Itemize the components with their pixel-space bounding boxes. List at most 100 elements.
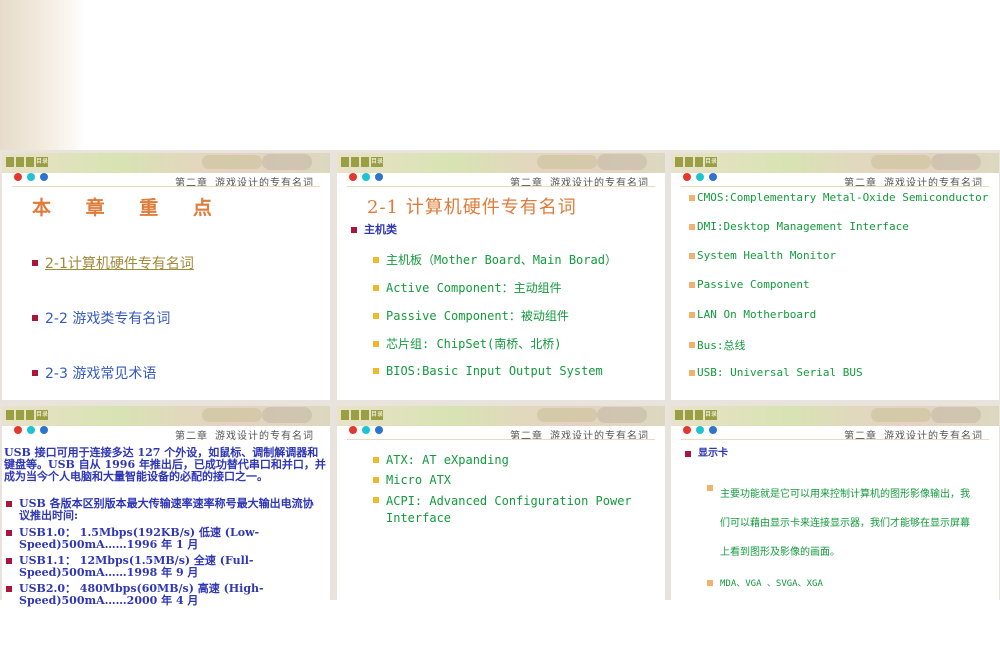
list-item-label: BIOS:Basic Input Output System (386, 364, 603, 378)
list-item-label: Active Component：主动组件 (386, 281, 562, 295)
list-item-label: USB 各版本区别版本最大传输速率速率称号最大输出电流协议推出时间: (19, 497, 314, 522)
nav-next-icon (361, 157, 369, 167)
link-item[interactable]: 2-1计算机硬件专有名词 (45, 253, 194, 273)
bullet-square-icon (707, 485, 713, 491)
bullet-square-icon (689, 194, 695, 201)
decorative-dots (14, 173, 48, 181)
list-item: System Health Monitor (689, 249, 836, 262)
decorative-dots (683, 426, 717, 434)
nav-home-icon (675, 157, 683, 167)
bullet-square-icon (6, 558, 12, 564)
list-item: ATX: AT eXpanding (373, 453, 509, 467)
nav-home-icon (6, 410, 14, 420)
list-item-label: Passive Component：被动组件 (386, 309, 569, 323)
header-rule (681, 186, 989, 187)
bullet-square-icon (373, 284, 379, 291)
cyan-dot-icon (696, 426, 704, 434)
list-item: USB: Universal Serial BUS (689, 366, 863, 379)
list-item-label: Bus:总线 (697, 339, 746, 352)
list-item: CMOS:Complementary Metal-Oxide Semicondu… (689, 191, 988, 204)
list-item: 2-2 游戏类专有名词 (32, 308, 170, 328)
nav-next-icon (361, 410, 369, 420)
list-item: LAN On Motherboard (689, 308, 816, 321)
list-item: Passive Component：被动组件 (373, 307, 569, 324)
blue-dot-icon (40, 173, 48, 181)
bullet-square-icon (707, 579, 713, 586)
bullet-square-icon (32, 315, 38, 321)
list-item: ACPI: Advanced Configuration Power Inter… (373, 493, 633, 527)
list-item: Micro ATX (373, 473, 451, 487)
nav-menu-icon: 目录 (36, 410, 49, 420)
list-item-label: DMI:Desktop Management Interface (697, 220, 909, 233)
slide-thumbnail-5[interactable]: 目录 第二章 游戏设计的专有名词 ATX: AT eXpanding Micro… (337, 406, 665, 653)
heading-label: 显示卡 (698, 448, 728, 459)
nav-prev-icon (16, 157, 24, 167)
slide-title: 2-1 计算机硬件专有名词 (367, 197, 577, 218)
slide-thumbnail-1[interactable]: 目录 第二章 游戏设计的专有名词 本 章 重 点 2-1计算机硬件专有名词 2-… (2, 153, 330, 400)
slide-thumbnail-2[interactable]: 目录 第二章 游戏设计的专有名词 2-1 计算机硬件专有名词 主机类 主机板（M… (337, 153, 665, 400)
list-item: 芯片组: ChipSet(南桥、北桥) (373, 335, 561, 352)
slide-header-bar: 目录 (337, 153, 665, 173)
red-dot-icon (683, 426, 691, 434)
nav-buttons: 目录 (6, 157, 48, 167)
nav-next-icon (26, 410, 34, 420)
list-item: USB 各版本区别版本最大传输速率速率称号最大输出电流协议推出时间: (6, 498, 324, 522)
nav-menu-icon: 目录 (371, 157, 384, 167)
bullet-square-icon (689, 252, 695, 259)
bullet-square-icon (373, 312, 379, 319)
nav-menu-icon: 目录 (705, 410, 718, 420)
slide-header-bar: 目录 (671, 406, 999, 426)
bullet-square-icon (373, 340, 379, 347)
nav-home-icon (341, 410, 349, 420)
bullet-square-icon (373, 497, 379, 503)
list-item: MDA、VGA 、SVGA、XGA (707, 576, 823, 589)
slide-thumbnail-3[interactable]: 目录 第二章 游戏设计的专有名词 CMOS:Complementary Meta… (671, 153, 999, 400)
list-item-label: System Health Monitor (697, 249, 837, 262)
list-item-label: USB: Universal Serial BUS (697, 366, 863, 379)
list-item: 2-3 游戏常见术语 (32, 363, 156, 383)
bullet-square-icon (685, 451, 691, 457)
nav-buttons: 目录 (6, 410, 48, 420)
slide-header-bar: 目录 (2, 406, 330, 426)
list-item-label: USB1.1： 12Mbps(1.5MB/s) 全速 (Full-Speed)5… (19, 554, 254, 579)
blue-dot-icon (709, 426, 717, 434)
list-item: DMI:Desktop Management Interface (689, 220, 909, 233)
red-dot-icon (349, 173, 357, 181)
slide-thumbnail-4[interactable]: 目录 第二章 游戏设计的专有名词 USB 接口可用于连接多达 127 个外设，如… (2, 406, 330, 653)
paragraph-text: 主要功能就是它可以用来控制计算机的图形影像输出，我们可以藉由显示卡来连接显示器，… (720, 489, 970, 558)
blue-dot-icon (375, 173, 383, 181)
nav-next-icon (26, 157, 34, 167)
bullet-square-icon (689, 223, 695, 230)
paragraph-item: 主要功能就是它可以用来控制计算机的图形影像输出，我们可以藉由显示卡来连接显示器，… (707, 480, 977, 567)
nav-menu-icon: 目录 (705, 157, 718, 167)
list-item-label: CMOS:Complementary Metal-Oxide Semicondu… (697, 191, 989, 204)
list-item-label: 2-3 游戏常见术语 (45, 366, 157, 382)
nav-buttons: 目录 (675, 410, 717, 420)
bullet-square-icon (689, 311, 695, 318)
nav-buttons: 目录 (341, 410, 383, 420)
red-dot-icon (683, 173, 691, 181)
list-item: USB2.0： 480Mbps(60MB/s) 高速 (High-Speed)5… (6, 583, 324, 607)
slide-header-bar: 目录 (337, 406, 665, 426)
list-item-label: LAN On Motherboard (697, 308, 817, 321)
decorative-dots (349, 426, 383, 434)
chapter-title: 第二章 游戏设计的专有名词 (174, 431, 314, 442)
heading-label: 主机类 (364, 223, 397, 236)
list-item-label: USB1.0： 1.5Mbps(192KB/s) 低速 (Low-Speed)5… (19, 526, 260, 551)
red-dot-icon (14, 173, 22, 181)
cyan-dot-icon (696, 173, 704, 181)
red-dot-icon (349, 426, 357, 434)
header-rule (347, 439, 655, 440)
list-item-label: USB2.0： 480Mbps(60MB/s) 高速 (High-Speed)5… (19, 582, 264, 607)
nav-menu-icon: 目录 (36, 157, 49, 167)
cyan-dot-icon (27, 426, 35, 434)
blue-dot-icon (709, 173, 717, 181)
cyan-dot-icon (362, 426, 370, 434)
header-rule (681, 439, 989, 440)
bullet-square-icon (6, 501, 12, 507)
bullet-square-icon (32, 370, 38, 376)
slide-thumbnail-6[interactable]: 目录 第二章 游戏设计的专有名词 显示卡 主要功能就是它可以用来控制计算机的图形… (671, 406, 999, 653)
blue-dot-icon (375, 426, 383, 434)
list-item-label: 芯片组: ChipSet(南桥、北桥) (386, 337, 562, 351)
section-heading: 显示卡 (685, 448, 728, 460)
